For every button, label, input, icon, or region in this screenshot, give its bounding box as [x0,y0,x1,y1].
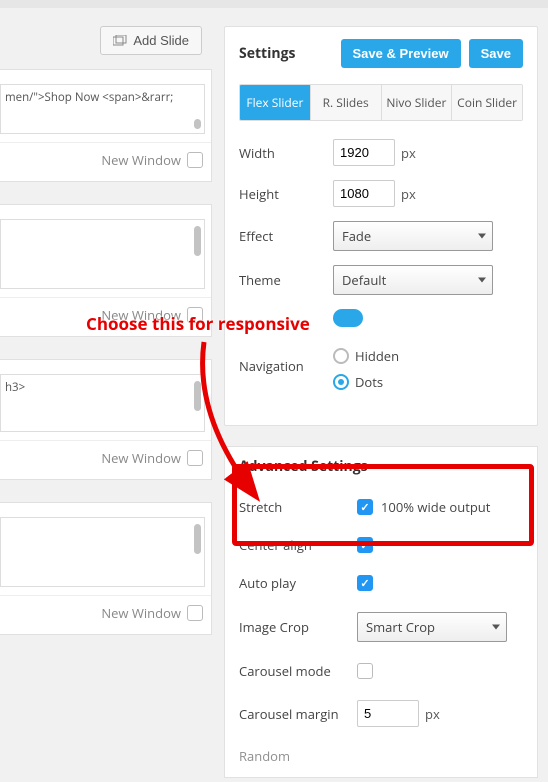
add-slide-button[interactable]: Add Slide [100,26,202,55]
scrollbar-thumb[interactable] [194,381,201,411]
image-crop-label: Image Crop [239,618,357,636]
stretch-text: 100% wide output [381,498,490,516]
scrollbar-thumb[interactable] [194,524,201,554]
arrows-toggle[interactable] [333,309,363,327]
slide-caption-textarea[interactable] [0,517,205,587]
carousel-margin-label: Carousel margin [239,705,357,723]
scrollbar-thumb[interactable] [194,119,201,129]
new-window-checkbox[interactable] [187,605,203,621]
slide-caption-textarea[interactable]: men/">Shop Now <span>&rarr; [0,84,205,134]
height-input[interactable] [333,180,395,207]
scrollbar-thumb[interactable] [194,226,201,256]
settings-panel: Settings Save & Preview Save Flex Slider… [224,26,538,426]
height-unit: px [401,185,416,203]
carousel-margin-unit: px [425,705,440,723]
theme-select[interactable]: Default [333,265,493,295]
slide-caption-textarea[interactable]: h3> [0,374,205,432]
stretch-checkbox[interactable] [357,499,373,515]
new-window-label: New Window [101,151,181,169]
auto-play-checkbox[interactable] [357,575,373,591]
new-window-checkbox[interactable] [187,152,203,168]
width-input[interactable] [333,139,395,166]
new-window-checkbox[interactable] [187,450,203,466]
advanced-title: Advanced Settings [239,457,523,476]
save-button[interactable]: Save [469,39,523,68]
center-align-label: Center align [239,536,357,554]
save-preview-button[interactable]: Save & Preview [341,39,461,68]
settings-title: Settings [239,44,295,63]
carousel-margin-input[interactable] [357,700,419,727]
new-window-label: New Window [101,449,181,467]
add-slide-label: Add Slide [133,33,189,48]
navigation-option-dots[interactable]: Dots [333,373,399,391]
new-window-checkbox[interactable] [187,307,203,323]
image-crop-select[interactable]: Smart Crop [357,612,507,642]
tab-coin-slider[interactable]: Coin Slider [452,85,522,120]
slide-panel: New Window [0,204,212,337]
slider-type-tabs: Flex Slider R. Slides Nivo Slider Coin S… [239,84,523,121]
carousel-mode-label: Carousel mode [239,662,357,680]
radio-icon [333,348,349,364]
effect-select[interactable]: Fade [333,221,493,251]
slide-panel: h3> New Window [0,359,212,480]
theme-label: Theme [239,271,333,289]
width-unit: px [401,144,416,162]
height-label: Height [239,185,333,203]
navigation-label: Navigation [239,347,333,375]
new-window-label: New Window [101,604,181,622]
width-label: Width [239,144,333,162]
radio-icon [333,374,349,390]
advanced-settings-panel: Advanced Settings Stretch 100% wide outp… [224,446,538,778]
new-window-label: New Window [101,306,181,324]
effect-label: Effect [239,227,333,245]
navigation-option-hidden[interactable]: Hidden [333,347,399,365]
tab-flex-slider[interactable]: Flex Slider [240,85,311,120]
tab-nivo-slider[interactable]: Nivo Slider [382,85,453,120]
center-align-checkbox[interactable] [357,537,373,553]
slide-caption-textarea[interactable] [0,219,205,289]
random-label: Random [239,747,357,765]
slide-panel: New Window [0,502,212,635]
auto-play-label: Auto play [239,574,357,592]
slides-icon [113,35,127,47]
stretch-label: Stretch [239,498,357,516]
tab-r-slides[interactable]: R. Slides [311,85,382,120]
carousel-mode-checkbox[interactable] [357,663,373,679]
slide-panel: men/">Shop Now <span>&rarr; New Window [0,69,212,182]
